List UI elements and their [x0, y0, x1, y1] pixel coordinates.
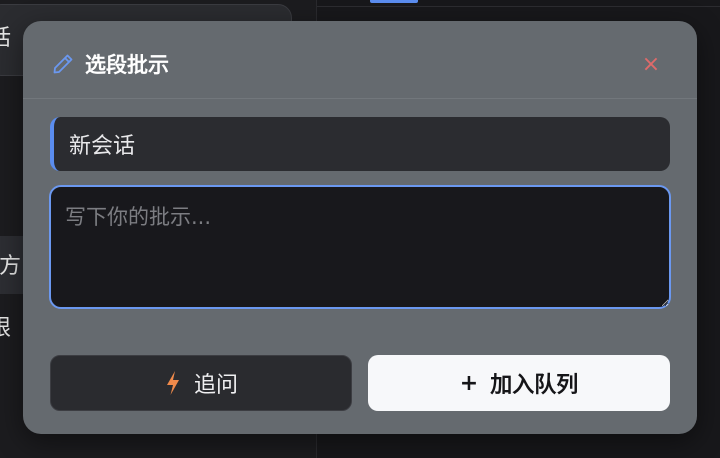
background-active-tab-indicator — [370, 0, 418, 3]
session-name-text: 新会话 — [69, 134, 136, 159]
add-to-queue-button[interactable]: + 加入队列 — [368, 355, 670, 411]
follow-up-button-label: 追问 — [193, 373, 238, 398]
app-root: 话 方 限 选段批示 × 新会话 追问 + 加入队列 — [0, 0, 720, 458]
follow-up-button[interactable]: 追问 — [50, 355, 352, 411]
pencil-icon — [53, 54, 73, 74]
add-to-queue-button-label: 加入队列 — [490, 373, 579, 398]
plus-icon: + — [459, 370, 479, 396]
session-name-field: 新会话 — [50, 117, 670, 171]
annotation-dialog: 选段批示 × 新会话 追问 + 加入队列 — [23, 21, 697, 434]
background-session-card-text: 话 — [0, 26, 12, 51]
dialog-header: 选段批示 × — [23, 21, 697, 99]
close-icon: × — [641, 52, 661, 77]
dialog-title: 选段批示 — [85, 53, 169, 77]
bolt-icon — [166, 371, 179, 395]
close-button[interactable]: × — [637, 51, 665, 79]
instruction-textarea[interactable] — [49, 185, 671, 309]
background-sidebar-item-2[interactable]: 限 — [0, 318, 11, 340]
background-sidebar-item-1[interactable]: 方 — [0, 256, 21, 278]
